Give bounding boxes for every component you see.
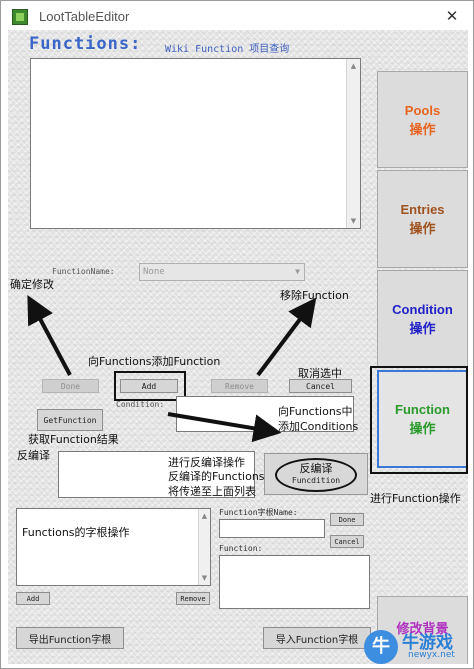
window-title: LootTableEditor [39,9,130,24]
app-icon [12,9,28,25]
watermark-logo: 牛 [364,630,398,664]
annotation-arrows [27,295,317,443]
arrow-to-remove-function [256,297,317,377]
editor-client-area: Functions: Wiki Function 项目查询 ▲ ▼ Functi… [8,30,468,664]
watermark-url: newyx.net [408,650,455,660]
arrow-to-add-conditions [167,412,282,443]
title-bar: LootTableEditor ✕ [1,1,473,31]
close-icon[interactable]: ✕ [441,6,463,26]
arrow-to-confirm-edit [27,295,72,376]
